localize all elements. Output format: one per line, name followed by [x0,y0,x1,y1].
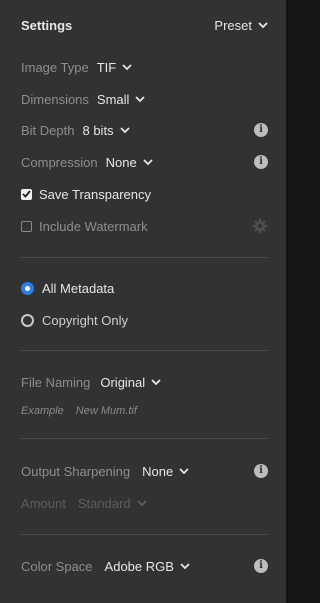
settings-title: Settings [21,17,73,33]
dimensions-row: Dimensions Small [21,89,268,109]
output-sharpening-dropdown[interactable]: None [142,464,189,479]
amount-dropdown: Standard [78,496,147,511]
output-sharpening-row: Output Sharpening None i [21,461,268,481]
info-icon[interactable]: i [254,559,268,573]
file-naming-row: File Naming Original [21,372,268,392]
bit-depth-dropdown[interactable]: 8 bits [82,122,130,138]
file-naming-dropdown[interactable]: Original [100,375,161,390]
compression-dropdown[interactable]: None [106,155,153,170]
color-space-label: Color Space [21,558,93,574]
preset-label: Preset [214,17,252,33]
preset-dropdown[interactable]: Preset [214,18,268,33]
divider [21,350,268,351]
info-icon[interactable]: i [254,464,268,478]
chevron-down-icon [179,467,189,475]
file-naming-value: Original [100,374,146,390]
dimensions-value: Small [96,91,130,107]
divider [21,438,268,439]
chevron-down-icon [119,126,130,134]
output-sharpening-value: None [142,463,174,479]
chevron-down-icon [151,378,161,386]
file-naming-example: Example New Mum.tif [21,401,268,421]
amount-row: Amount Standard [21,493,268,513]
save-transparency-checkbox[interactable] [21,188,32,200]
bit-depth-row: Bit Depth 8 bits i [21,120,268,140]
copyright-only-radio[interactable] [21,313,34,327]
image-type-label: Image Type [21,59,89,75]
info-icon[interactable]: i [254,123,268,137]
dimensions-dropdown[interactable]: Small [97,92,146,107]
amount-value: Standard [77,495,131,511]
chevron-down-icon [143,158,153,166]
include-watermark-checkbox[interactable] [21,220,32,232]
image-type-value: TIF [96,59,117,75]
chevron-down-icon [258,21,268,29]
chevron-down-icon [180,562,190,570]
save-transparency-row[interactable]: Save Transparency [21,184,268,204]
export-settings-panel: Settings Preset Image Type TIF Dimension… [0,0,288,603]
image-type-row: Image Type TIF [21,57,268,77]
color-space-dropdown[interactable]: Adobe RGB [105,559,190,574]
compression-row: Compression None i [21,152,268,172]
metadata-option-copyright[interactable]: Copyright Only [21,310,268,330]
chevron-down-icon [135,95,146,103]
example-filename: New Mum.tif [75,405,137,417]
all-metadata-radio[interactable] [21,281,34,295]
include-watermark-label: Include Watermark [39,218,148,234]
copyright-only-label: Copyright Only [42,312,128,328]
compression-value: None [105,154,137,170]
chevron-down-icon [122,63,132,71]
bit-depth-value: 8 bits [82,122,114,138]
image-type-dropdown[interactable]: TIF [97,60,133,75]
compression-label: Compression [21,154,98,170]
divider [21,257,268,258]
color-space-row: Color Space Adobe RGB i [21,556,268,576]
bit-depth-label: Bit Depth [21,122,75,138]
include-watermark-row[interactable]: Include Watermark [21,216,268,236]
example-label: Example [21,405,64,417]
dimensions-label: Dimensions [21,91,89,107]
save-transparency-label: Save Transparency [39,186,152,202]
info-icon[interactable]: i [254,155,268,169]
divider [21,534,268,535]
metadata-option-all[interactable]: All Metadata [21,278,268,298]
chevron-down-icon [136,499,147,507]
output-sharpening-label: Output Sharpening [21,463,131,479]
file-naming-label: File Naming [21,374,91,390]
all-metadata-label: All Metadata [42,280,115,296]
amount-label: Amount [21,495,66,511]
color-space-value: Adobe RGB [104,558,174,574]
gear-icon[interactable] [252,218,268,234]
settings-header: Settings Preset [21,15,268,35]
